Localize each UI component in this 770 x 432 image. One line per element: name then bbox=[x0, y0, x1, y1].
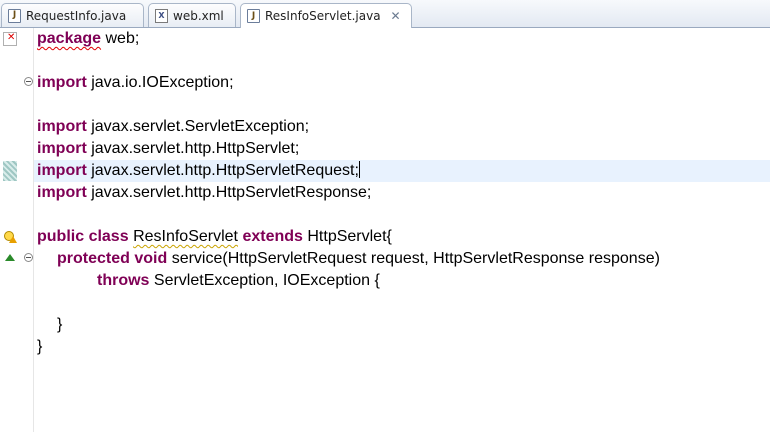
java-file-icon: J bbox=[8, 8, 21, 23]
code-text-span: javax.servlet.ServletException; bbox=[86, 118, 310, 135]
keyword: throws bbox=[97, 272, 150, 289]
keyword: class bbox=[88, 228, 129, 245]
keyword: public bbox=[37, 228, 85, 245]
editor-tab-bar: J RequestInfo.java X web.xml J ResInfoSe… bbox=[0, 0, 770, 28]
text-caret bbox=[358, 161, 360, 178]
code-text-span: web; bbox=[101, 30, 140, 47]
code-line: import javax.servlet.http.HttpServlet; bbox=[37, 138, 299, 160]
code-line: import javax.servlet.http.HttpServletReq… bbox=[37, 160, 360, 182]
code-line: package web; bbox=[37, 28, 139, 50]
keyword: protected bbox=[57, 250, 130, 267]
override-marker-icon[interactable] bbox=[5, 254, 15, 261]
code-text-span: javax.servlet.http.HttpServletRequest; bbox=[86, 162, 359, 179]
keyword: package bbox=[37, 30, 102, 47]
error-marker-icon[interactable] bbox=[3, 32, 17, 46]
keyword: import bbox=[37, 118, 87, 135]
tab-label: RequestInfo.java bbox=[26, 8, 127, 23]
code-text[interactable]: package web; import java.io.IOException;… bbox=[37, 28, 770, 432]
tab-resinfoservlet-java[interactable]: J ResInfoServlet.java ✕ bbox=[240, 3, 412, 28]
code-text-span: javax.servlet.http.HttpServlet; bbox=[86, 140, 300, 157]
tab-label: web.xml bbox=[173, 8, 224, 23]
code-line: public class ResInfoServlet extends Http… bbox=[37, 226, 392, 248]
code-text-span: service(HttpServletRequest request, Http… bbox=[167, 250, 660, 267]
keyword: import bbox=[37, 140, 87, 157]
code-line: } bbox=[37, 336, 42, 358]
fold-imports-icon[interactable] bbox=[24, 77, 33, 86]
fold-method-icon[interactable] bbox=[24, 253, 33, 262]
keyword: import bbox=[37, 184, 87, 201]
class-name: ResInfoServlet bbox=[133, 228, 238, 245]
tab-label: ResInfoServlet.java bbox=[265, 9, 381, 23]
code-line: } bbox=[57, 314, 62, 336]
keyword: import bbox=[37, 162, 87, 179]
code-text-span: HttpServlet{ bbox=[302, 228, 392, 245]
keyword: import bbox=[37, 74, 87, 91]
xml-file-icon: X bbox=[155, 8, 168, 23]
code-text-span: } bbox=[57, 316, 63, 333]
keyword: extends bbox=[242, 228, 303, 245]
quick-diff-marker-icon[interactable] bbox=[3, 161, 17, 181]
code-line: import javax.servlet.ServletException; bbox=[37, 116, 309, 138]
code-line: import javax.servlet.http.HttpServletRes… bbox=[37, 182, 371, 204]
tab-web-xml[interactable]: X web.xml bbox=[148, 3, 236, 27]
code-text-span: ServletException, IOException { bbox=[149, 272, 380, 289]
code-text-span: } bbox=[37, 338, 43, 355]
code-line: throws ServletException, IOException { bbox=[97, 270, 380, 292]
ruler-divider bbox=[33, 28, 34, 432]
warning-marker-icon[interactable] bbox=[3, 230, 17, 244]
tab-requestinfo-java[interactable]: J RequestInfo.java bbox=[1, 3, 144, 27]
code-line: protected void service(HttpServletReques… bbox=[57, 248, 660, 270]
folding-ruler[interactable] bbox=[18, 28, 34, 432]
code-text-span: java.io.IOException; bbox=[86, 74, 234, 91]
close-tab-icon[interactable]: ✕ bbox=[390, 10, 402, 22]
keyword: void bbox=[134, 250, 168, 267]
code-line: import java.io.IOException; bbox=[37, 72, 234, 94]
java-file-icon: J bbox=[247, 9, 260, 23]
code-editor[interactable]: package web; import java.io.IOException;… bbox=[0, 28, 770, 432]
code-text-span: javax.servlet.http.HttpServletResponse; bbox=[86, 184, 372, 201]
